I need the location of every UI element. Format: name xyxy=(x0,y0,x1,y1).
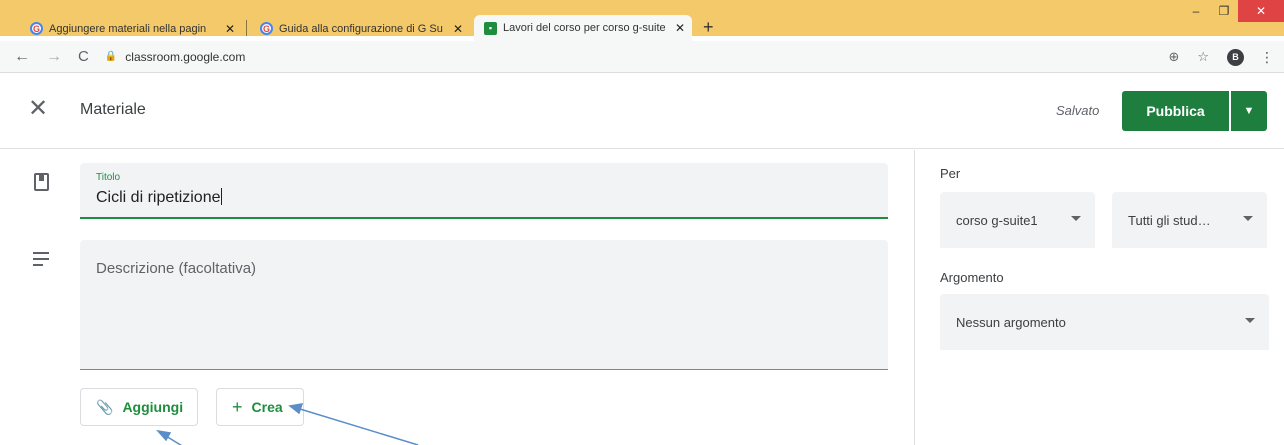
for-label: Per xyxy=(940,166,961,181)
annotation-arrowhead-add xyxy=(156,429,172,442)
dropdown-arrow-icon xyxy=(1243,216,1253,221)
dropdown-arrow-icon xyxy=(1071,216,1081,221)
topic-select-value: Nessun argomento xyxy=(956,314,1066,330)
topic-select[interactable]: Nessun argomento xyxy=(940,294,1269,350)
annotation-arrowhead-create xyxy=(288,403,304,415)
students-select-value: Tutti gli stud… xyxy=(1128,212,1211,228)
dropdown-arrow-icon xyxy=(1245,318,1255,323)
settings-panel: Per corso g-suite1 Tutti gli stud… Argom… xyxy=(914,150,1284,445)
class-select[interactable]: corso g-suite1 xyxy=(940,192,1095,248)
annotation-arrow-create xyxy=(299,408,419,445)
annotation-arrow-add xyxy=(165,435,183,445)
topic-label: Argomento xyxy=(940,270,1004,285)
class-select-value: corso g-suite1 xyxy=(956,212,1038,228)
students-select[interactable]: Tutti gli stud… xyxy=(1112,192,1267,248)
page: G Aggiungere materiali nella pagin ✕ G G… xyxy=(0,0,1284,445)
